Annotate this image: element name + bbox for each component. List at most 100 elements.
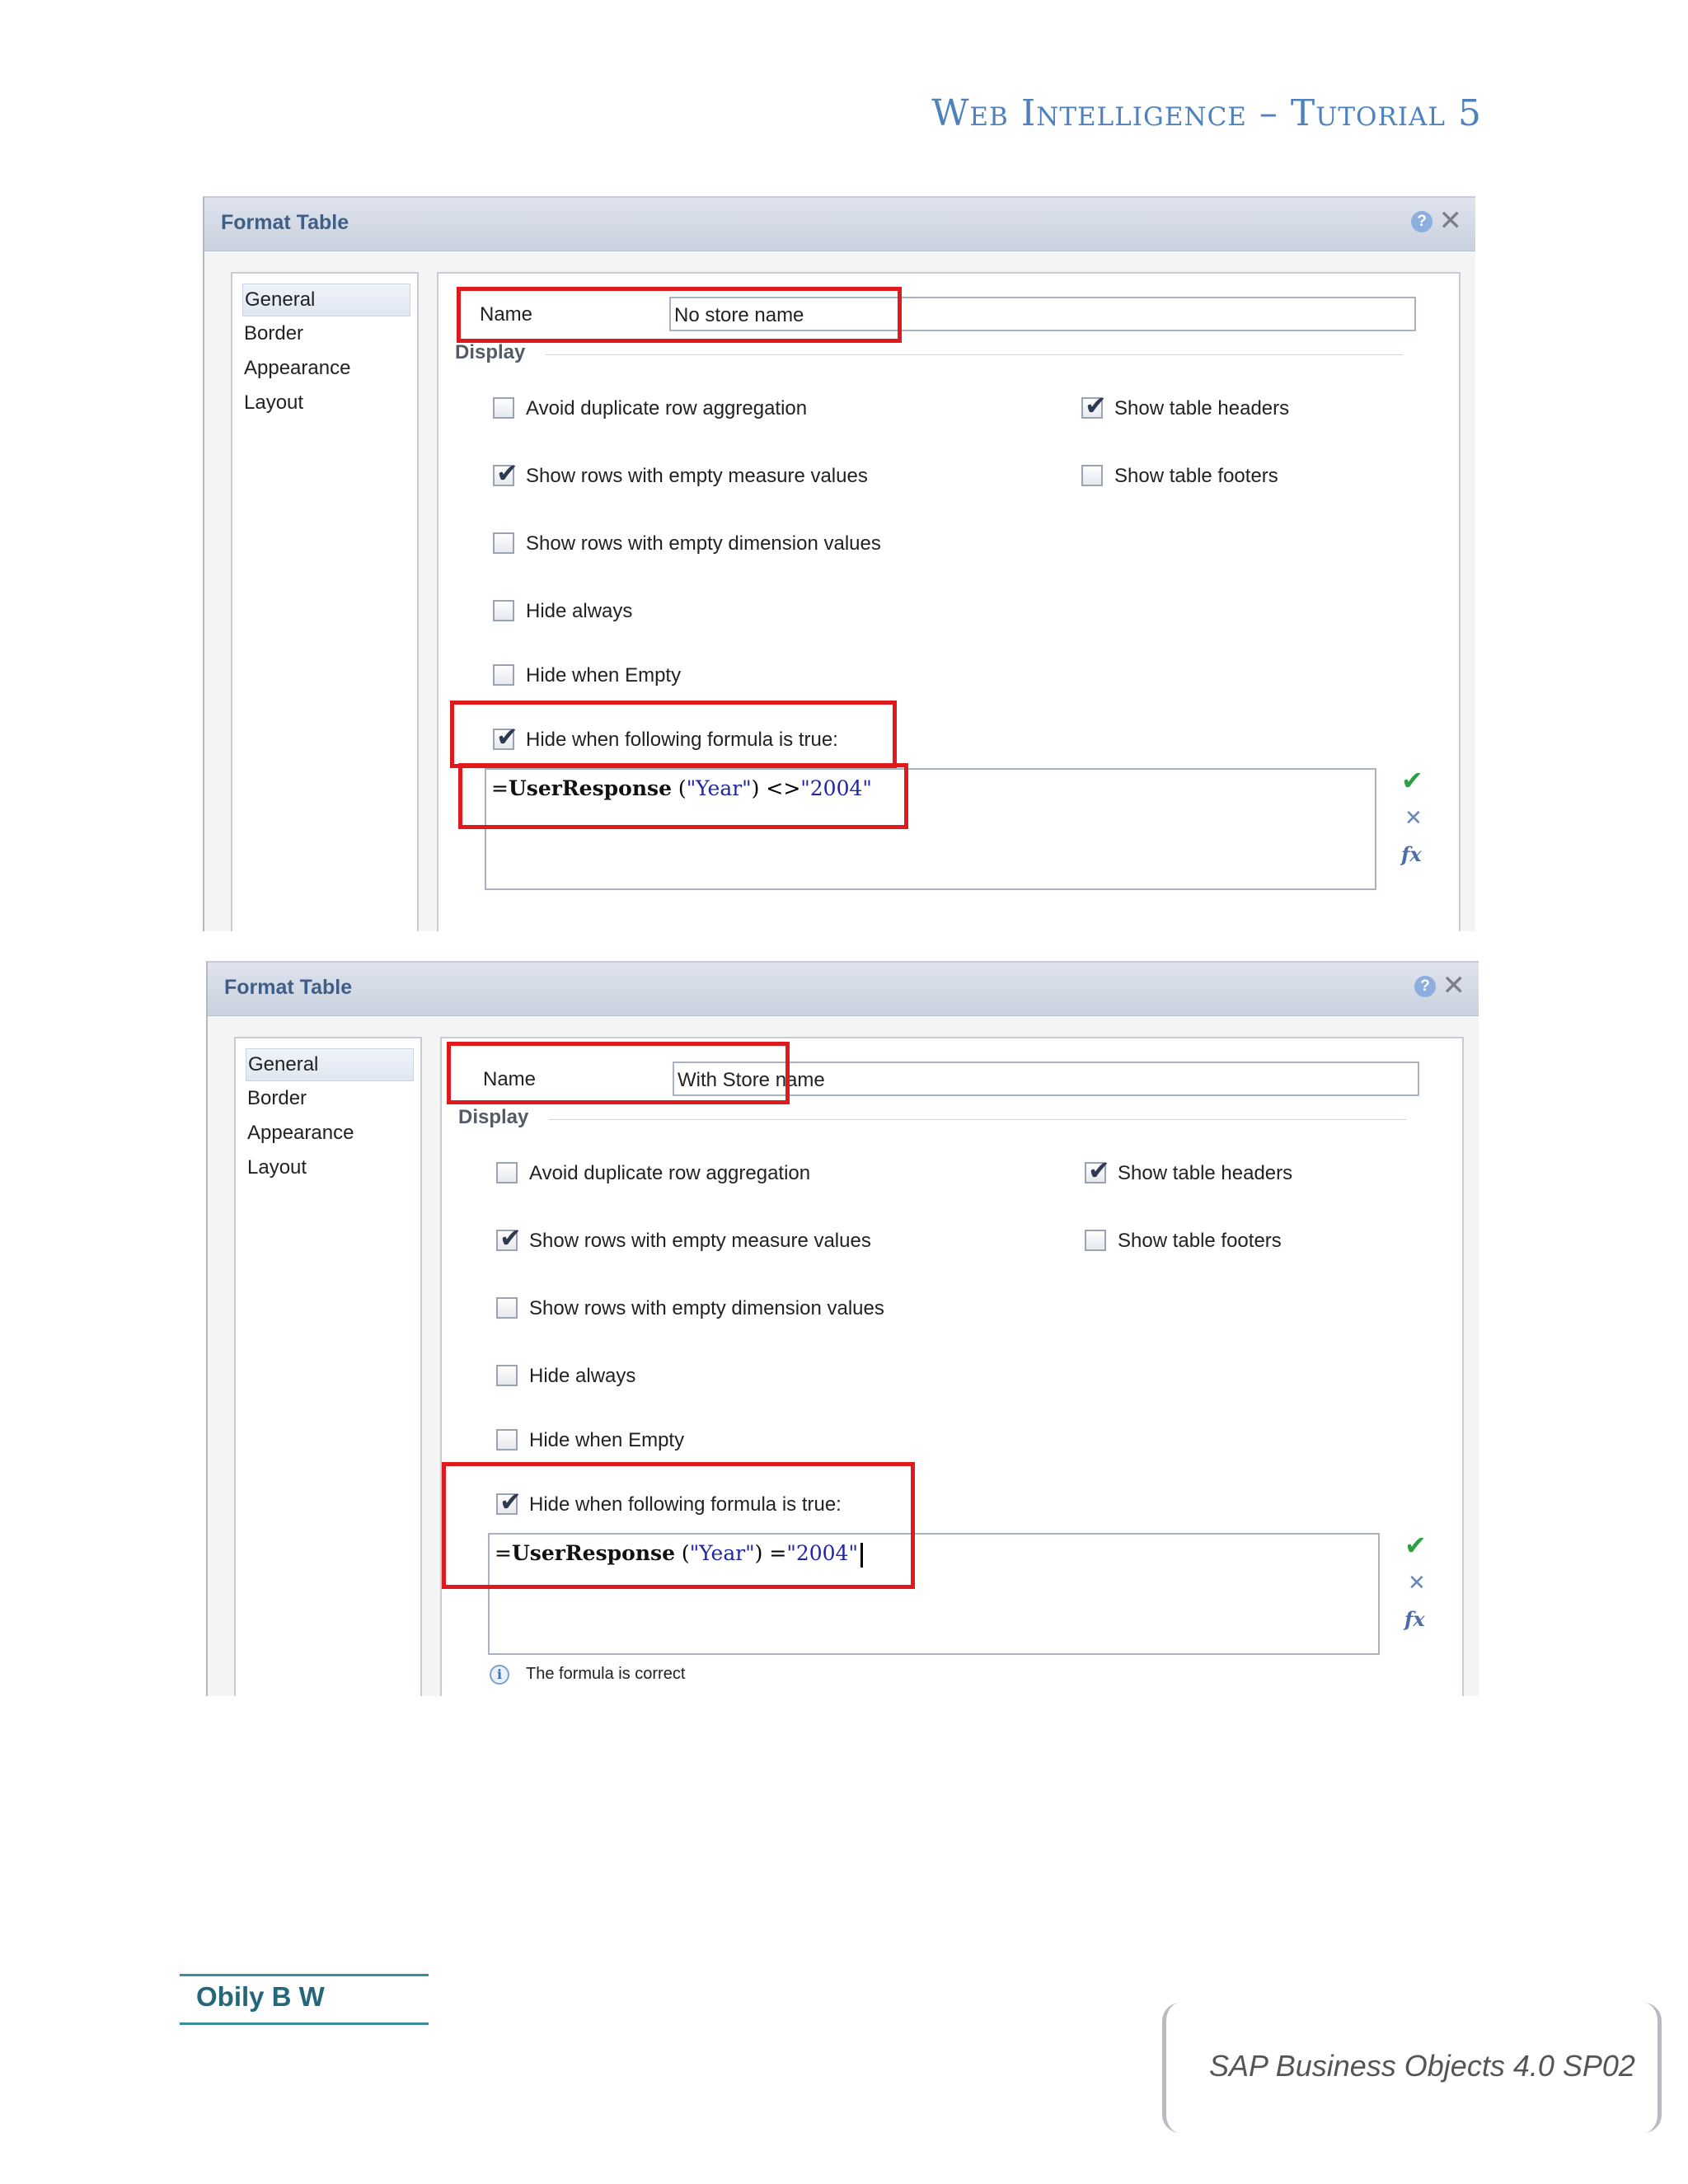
formula-prefix: =	[491, 776, 509, 800]
checkmark-icon: ✔	[496, 721, 518, 752]
checkbox-label: Show table headers	[1118, 1162, 1293, 1184]
checkbox-label: Hide when Empty	[529, 1429, 685, 1451]
footer-product-text: SAP Business Objects 4.0 SP02	[1209, 2049, 1635, 2083]
checkbox-box[interactable]: ✔	[1081, 391, 1107, 420]
display-section-heading: Display	[455, 341, 526, 363]
checkbox-label: Avoid duplicate row aggregation	[529, 1162, 811, 1184]
cancel-formula-icon[interactable]: ✕	[1408, 1571, 1426, 1596]
checkmark-icon: ✔	[499, 1486, 522, 1517]
checkbox-box[interactable]	[493, 397, 514, 419]
checkbox-box[interactable]: ✔	[1085, 1155, 1110, 1185]
checkbox-label: Show table footers	[1114, 465, 1278, 487]
validate-formula-icon[interactable]: ✔	[1401, 765, 1423, 796]
dialog-title: Format Table	[221, 211, 349, 234]
page-header-title: Web Intelligence – Tutorial 5	[931, 92, 1482, 134]
footer-product: SAP Business Objects 4.0 SP02	[1162, 2003, 1662, 2133]
checkbox-label: Hide always	[526, 600, 633, 622]
general-settings-panel: Name No store name Display Avoid duplica…	[437, 272, 1461, 931]
checkbox-box[interactable]	[496, 1297, 518, 1319]
formula-function: UserResponse	[508, 776, 672, 800]
help-icon[interactable]: ?	[1411, 211, 1432, 232]
nav-item-border[interactable]: Border	[246, 1083, 412, 1114]
validate-formula-icon[interactable]: ✔	[1404, 1530, 1427, 1561]
formula-prefix: =	[495, 1541, 512, 1565]
checkbox-label: Hide when following formula is true:	[526, 729, 838, 751]
name-input[interactable]: No store name	[669, 297, 1416, 331]
formula-close-paren: )	[751, 776, 767, 800]
formula-function: UserResponse	[511, 1541, 675, 1565]
checkbox-box[interactable]	[1085, 1230, 1106, 1251]
checkbox-box[interactable]	[496, 1162, 518, 1183]
checkbox-label: Hide always	[529, 1365, 636, 1387]
formula-editor-icon[interactable]: fx	[1404, 1607, 1425, 1631]
format-nav-panel: General Border Appearance Layout	[234, 1037, 422, 1696]
checkmark-icon: ✔	[1085, 390, 1107, 421]
checkbox-box[interactable]: ✔	[496, 1223, 522, 1253]
checkbox-label: Hide when following formula is true:	[529, 1493, 842, 1516]
close-icon[interactable]: ✕	[1442, 971, 1466, 1001]
checkbox-box[interactable]	[1081, 465, 1103, 486]
formula-argument: "Year"	[686, 776, 752, 800]
text-caret	[860, 1542, 863, 1568]
checkbox-box[interactable]: ✔	[493, 722, 518, 752]
footer-author: Obily B W	[180, 1974, 429, 2025]
nav-item-general[interactable]: General	[246, 1048, 414, 1081]
nav-item-appearance[interactable]: Appearance	[242, 353, 409, 384]
formula-editor[interactable]: =UserResponse ("Year") ="2004"	[488, 1533, 1380, 1655]
dialog-title: Format Table	[224, 976, 353, 999]
formula-argument: "Year"	[689, 1541, 755, 1565]
dialog-titlebar: Format Table ? ✕	[208, 963, 1479, 1016]
checkmark-icon: ✔	[496, 457, 518, 489]
display-divider	[546, 354, 1403, 355]
dialog-titlebar: Format Table ? ✕	[204, 198, 1475, 251]
checkbox-label: Show rows with empty dimension values	[526, 532, 881, 555]
checkbox-label: Show table headers	[1114, 397, 1290, 419]
nav-item-border[interactable]: Border	[242, 318, 409, 349]
formula-operator: <>	[766, 776, 801, 800]
nav-item-layout[interactable]: Layout	[242, 387, 409, 419]
formula-status-text: The formula is correct	[526, 1665, 686, 1683]
nav-item-general[interactable]: General	[242, 284, 410, 316]
formula-editor-icon[interactable]: fx	[1401, 842, 1422, 866]
checkbox-box[interactable]	[493, 532, 514, 554]
checkbox-box[interactable]: ✔	[496, 1487, 522, 1516]
formula-open-paren: (	[671, 776, 687, 800]
display-section-heading: Display	[458, 1106, 529, 1128]
formula-text: =UserResponse ("Year") ="2004"	[495, 1541, 863, 1568]
formula-close-paren: )	[754, 1541, 770, 1565]
formula-value: "2004"	[786, 1541, 858, 1565]
format-table-dialog: Format Table ? ✕ General Border Appearan…	[203, 196, 1475, 931]
checkbox-box[interactable]	[496, 1365, 518, 1386]
formula-editor[interactable]: =UserResponse ("Year") <>"2004"	[485, 768, 1376, 890]
name-label: Name	[480, 303, 533, 326]
checkmark-icon: ✔	[1088, 1155, 1110, 1186]
cancel-formula-icon[interactable]: ✕	[1404, 806, 1423, 831]
general-settings-panel: Name With Store name Display Avoid dupli…	[440, 1037, 1464, 1696]
checkbox-label: Show table footers	[1118, 1230, 1282, 1252]
checkbox-label: Avoid duplicate row aggregation	[526, 397, 808, 419]
checkbox-box[interactable]	[493, 664, 514, 686]
checkbox-label: Hide when Empty	[526, 664, 682, 687]
checkbox-box[interactable]	[493, 600, 514, 621]
close-icon[interactable]: ✕	[1439, 206, 1463, 236]
checkmark-icon: ✔	[499, 1222, 522, 1254]
footer-author-text: Obily B W	[196, 1981, 325, 2012]
name-input[interactable]: With Store name	[673, 1062, 1419, 1096]
format-nav-panel: General Border Appearance Layout	[231, 272, 419, 931]
checkbox-box[interactable]	[496, 1429, 518, 1451]
formula-value: "2004"	[800, 776, 872, 800]
nav-item-layout[interactable]: Layout	[246, 1152, 412, 1183]
checkbox-label: Show rows with empty measure values	[529, 1230, 871, 1252]
checkbox-label: Show rows with empty measure values	[526, 465, 868, 487]
formula-operator: =	[769, 1541, 787, 1565]
info-icon: i	[490, 1665, 509, 1685]
nav-item-appearance[interactable]: Appearance	[246, 1118, 412, 1149]
formula-open-paren: (	[674, 1541, 690, 1565]
formula-text: =UserResponse ("Year") <>"2004"	[491, 776, 872, 800]
name-label: Name	[483, 1068, 537, 1090]
format-table-dialog: Format Table ? ✕ General Border Appearan…	[206, 961, 1479, 1696]
help-icon[interactable]: ?	[1414, 976, 1436, 997]
checkbox-label: Show rows with empty dimension values	[529, 1297, 884, 1319]
checkbox-box[interactable]: ✔	[493, 458, 518, 488]
display-divider	[549, 1119, 1406, 1120]
